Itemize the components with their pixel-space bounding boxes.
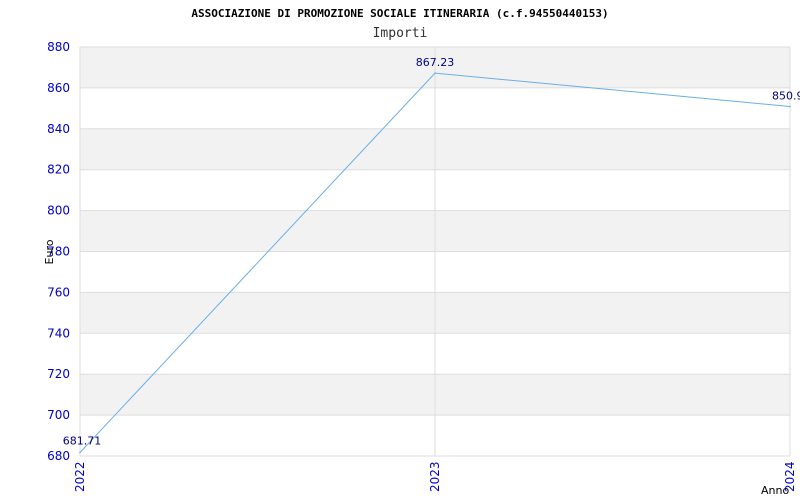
data-point — [434, 72, 436, 74]
x-axis-ticks: 2022 2023 2024 — [73, 461, 797, 492]
y-tick-label: 800 — [47, 204, 70, 218]
data-label: 867.23 — [416, 56, 455, 69]
data-point — [79, 451, 81, 454]
y-tick-label: 880 — [47, 40, 70, 54]
y-tick-label: 720 — [47, 367, 70, 381]
x-tick-label: 2023 — [428, 461, 442, 492]
data-point — [789, 105, 791, 108]
y-tick-label: 820 — [47, 163, 70, 177]
plot-background — [79, 46, 791, 457]
y-tick-label: 840 — [47, 122, 70, 136]
y-tick-label: 740 — [47, 326, 70, 340]
y-tick-label: 860 — [47, 81, 70, 95]
x-axis-label: Anno — [761, 484, 789, 497]
y-axis-label: Euro — [43, 239, 56, 264]
y-tick-label: 700 — [47, 408, 70, 422]
data-label: 681.71 — [63, 435, 102, 448]
y-tick-label: 760 — [47, 285, 70, 299]
chart-subtitle: Importi — [373, 26, 428, 41]
y-tick-label: 680 — [47, 449, 70, 463]
chart: ASSOCIAZIONE DI PROMOZIONE SOCIALE ITINE… — [43, 7, 800, 497]
chart-title: ASSOCIAZIONE DI PROMOZIONE SOCIALE ITINE… — [191, 7, 608, 20]
data-label: 850.9 — [772, 90, 800, 103]
x-tick-label: 2022 — [73, 461, 87, 492]
